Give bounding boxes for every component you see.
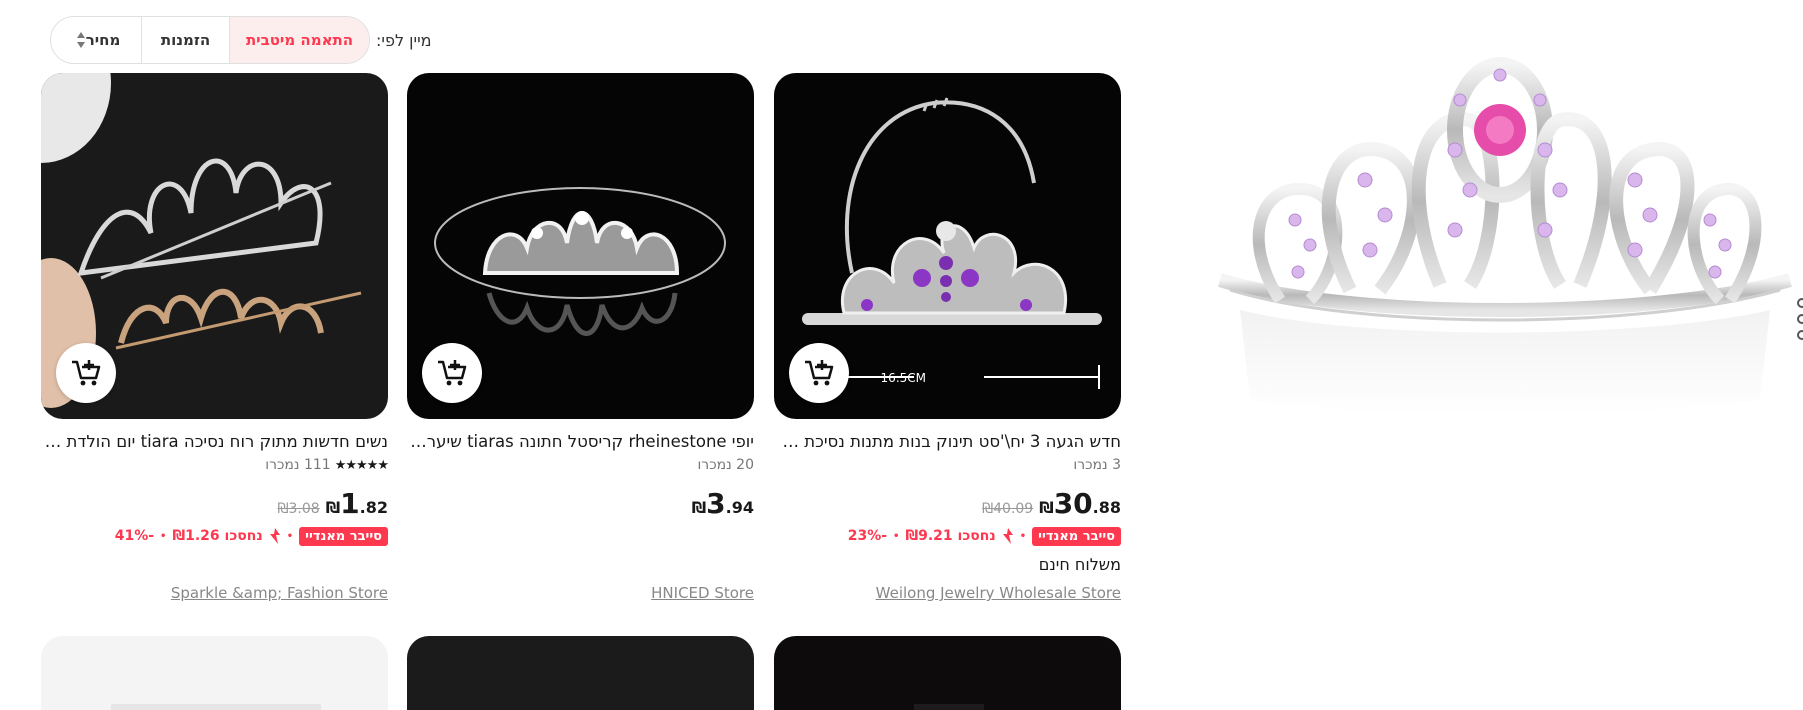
deal-row: סייבר מאנדיי • נחסכו ₪9.21 • -23% <box>774 525 1121 547</box>
sort-options: התאמה מיטבית הזמנות מחיר <box>50 16 370 64</box>
product-image[interactable] <box>407 73 754 419</box>
price-currency: ₪ <box>325 498 341 517</box>
flame-icon <box>269 528 280 544</box>
product-title[interactable]: יופי rheinestone קריסטל חתונה tiaras שיע… <box>407 431 754 453</box>
store-link[interactable]: Weilong Jewelry Wholesale Store <box>876 584 1121 602</box>
carousel-dot[interactable] <box>1797 314 1803 324</box>
free-shipping-label: משלוח חינם <box>1038 555 1121 574</box>
current-price: ₪ 3.94 <box>692 487 754 520</box>
price-currency: ₪ <box>1039 498 1054 517</box>
sort-label: מיין לפי: <box>376 30 432 50</box>
carousel-dots[interactable] <box>1797 298 1803 346</box>
sort-best-match-button[interactable]: התאמה מיטבית <box>229 17 369 63</box>
add-to-cart-icon <box>72 360 101 386</box>
product-card[interactable]: נשים חדשות מתוק רוח נסיכה tiara יום הולד… <box>41 73 389 602</box>
sort-price-button[interactable]: מחיר <box>51 17 141 63</box>
separator-dot: • <box>1019 530 1027 542</box>
add-to-cart-icon <box>805 360 834 386</box>
sort-price-label: מחיר <box>85 31 121 49</box>
svg-text:16.5CM: 16.5CM <box>881 371 926 385</box>
product-card[interactable]: 16.5CM חדש הגעה 3 יח\'סט תינוק בנות מתנו… <box>774 73 1121 602</box>
sort-orders-label: הזמנות <box>160 31 211 49</box>
add-to-cart-icon <box>438 360 467 386</box>
price-currency: ₪ <box>691 498 707 517</box>
carousel-dot[interactable] <box>1797 298 1803 308</box>
product-card-partial[interactable] <box>774 636 1121 710</box>
product-image-partial <box>914 704 984 710</box>
price-row: ₪ 30.88 ₪40.09 <box>774 487 1121 521</box>
product-image[interactable]: 16.5CM <box>774 73 1121 419</box>
discount-percent: -41% <box>114 528 155 544</box>
price-decimal: .94 <box>725 498 754 517</box>
sort-orders-button[interactable]: הזמנות <box>141 17 229 63</box>
saved-amount: נחסכו ₪1.26 <box>172 528 263 544</box>
add-to-cart-button[interactable] <box>789 343 849 403</box>
deal-row: סייבר מאנדיי • נחסכו ₪1.26 • -41% <box>41 525 388 547</box>
product-card-partial[interactable] <box>41 636 388 710</box>
add-to-cart-button[interactable] <box>422 343 482 403</box>
price-integer: 1 <box>340 487 360 520</box>
product-title[interactable]: נשים חדשות מתוק רוח נסיכה tiara יום הולד… <box>41 431 388 453</box>
product-meta: 3 נמכרו <box>774 455 1121 475</box>
product-image[interactable] <box>41 73 388 419</box>
price-integer: 30 <box>1053 487 1093 520</box>
store-link[interactable]: Sparkle &amp; Fashion Store <box>171 584 388 602</box>
sold-count: 111 נמכרו <box>265 457 331 473</box>
original-price: ₪40.09 <box>982 501 1034 517</box>
current-price: ₪ 1.82 <box>326 487 388 520</box>
product-title[interactable]: חדש הגעה 3 יח\'סט תינוק בנות מתנות נסיכת… <box>774 431 1121 453</box>
price-decimal: .88 <box>1092 498 1121 517</box>
separator-dot: • <box>893 530 900 542</box>
sort-arrows-icon <box>76 31 86 49</box>
price-row: ₪ 1.82 ₪3.08 <box>41 487 388 521</box>
saved-amount: נחסכו ₪9.21 <box>905 528 996 544</box>
separator-dot: • <box>160 530 167 542</box>
product-meta: 20 נמכרו <box>407 455 754 475</box>
original-price: ₪3.08 <box>277 501 320 517</box>
carousel-dot[interactable] <box>1797 330 1803 340</box>
separator-dot: • <box>286 530 294 542</box>
star-rating: ★★★★★ <box>334 457 389 473</box>
product-image-partial <box>111 704 321 710</box>
sold-count: 3 נמכרו <box>1073 457 1121 473</box>
sort-best-match-label: התאמה מיטבית <box>245 31 354 49</box>
product-card[interactable]: יופי rheinestone קריסטל חתונה tiaras שיע… <box>407 73 754 602</box>
product-card-partial[interactable] <box>407 636 754 710</box>
price-integer: 3 <box>706 487 726 520</box>
sold-count: 20 נמכרו <box>697 457 754 473</box>
cyber-monday-badge: סייבר מאנדיי <box>299 526 388 546</box>
price-decimal: .82 <box>359 498 388 517</box>
store-link[interactable]: HNICED Store <box>651 584 754 602</box>
current-price: ₪ 30.88 <box>1039 487 1121 520</box>
price-row: ₪ 3.94 <box>407 487 754 521</box>
discount-percent: -23% <box>847 528 888 544</box>
flame-icon <box>1002 528 1013 544</box>
cyber-monday-badge: סייבר מאנדיי <box>1032 526 1121 546</box>
hero-tiara-image <box>1217 57 1792 415</box>
sort-bar: מיין לפי: התאמה מיטבית הזמנות מחיר <box>50 16 432 64</box>
product-meta: ★★★★★ 111 נמכרו <box>41 455 389 475</box>
add-to-cart-button[interactable] <box>56 343 116 403</box>
